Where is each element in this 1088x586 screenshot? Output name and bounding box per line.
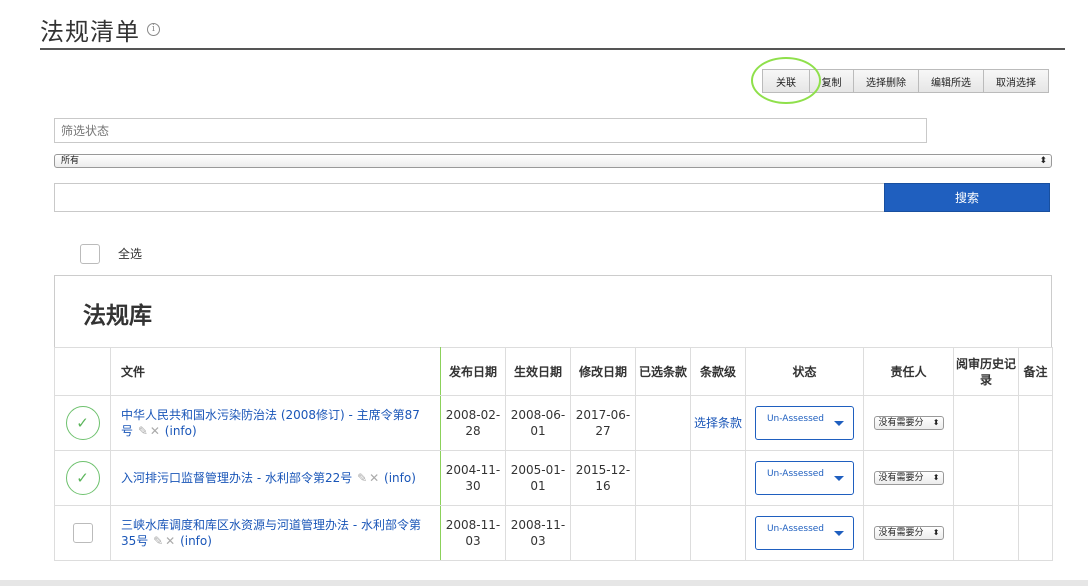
effective-date: 2008-11-03	[505, 505, 571, 561]
notes-cell	[1018, 395, 1053, 451]
status-filter-select[interactable]: 所有 ⬍	[54, 154, 1052, 168]
select-column-header	[54, 347, 111, 396]
selected-clauses	[635, 505, 691, 561]
table-row: ✓ 入河排污口监督管理办法 - 水利部令第22号 ✎ ✕ (info) 2004-…	[54, 450, 1053, 506]
search-input[interactable]	[54, 183, 885, 212]
publish-date: 2004-11-30	[440, 450, 506, 506]
clause-level-cell	[690, 505, 746, 561]
action-toolbar: 关联 复制 选择删除 编辑所选 取消选择	[762, 69, 1049, 93]
status-value: Un-Assessed	[766, 524, 825, 534]
library-panel: 法规库	[54, 275, 1052, 348]
owner-select[interactable]: 没有需要分 ⬍	[873, 471, 944, 485]
status-dropdown[interactable]: Un-Assessed	[755, 461, 854, 495]
notes-cell	[1018, 505, 1053, 561]
review-history-cell	[953, 395, 1019, 451]
row-select-checkbox[interactable]	[72, 523, 93, 543]
owner-select[interactable]: 没有需要分 ⬍	[873, 526, 944, 540]
status-value: Un-Assessed	[766, 414, 825, 424]
publish-date-column-header[interactable]: 发布日期	[440, 347, 506, 396]
select-clauses-link[interactable]: 选择条款	[694, 416, 742, 430]
info-link[interactable]: (info)	[180, 534, 212, 548]
regulations-table: 文件 发布日期 生效日期 修改日期 已选条款 条款级 状态 责任人 阅审历史记录…	[54, 347, 1053, 561]
modified-date: 2017-06-27	[570, 395, 636, 451]
status-value: Un-Assessed	[766, 469, 825, 479]
owner-value: 没有需要分	[878, 473, 924, 483]
row-selected-check-icon[interactable]: ✓	[65, 406, 100, 440]
delete-selected-button[interactable]: 选择删除	[853, 69, 919, 93]
cancel-selection-button[interactable]: 取消选择	[983, 69, 1049, 93]
table-row: ✓ 中华人民共和国水污染防治法 (2008修订) - 主席令第87号 ✎ ✕ (i…	[54, 395, 1053, 451]
link-button[interactable]: 关联	[762, 69, 810, 93]
updown-arrows-icon: ⬍	[932, 528, 940, 537]
document-link[interactable]: 入河排污口监督管理办法 - 水利部令第22号	[121, 471, 352, 485]
remove-icon[interactable]: ✕	[150, 424, 160, 438]
selected-clauses	[635, 450, 691, 506]
status-dropdown[interactable]: Un-Assessed	[755, 406, 854, 440]
status-filter-value: 所有	[61, 156, 80, 166]
publish-date: 2008-02-28	[440, 395, 506, 451]
page-title: 法规清单	[40, 18, 140, 46]
remove-icon[interactable]: ✕	[165, 534, 175, 548]
notes-cell	[1018, 450, 1053, 506]
page-header: 法规清单 i	[40, 10, 1065, 50]
caret-down-icon	[834, 531, 844, 536]
library-title: 法规库	[83, 303, 152, 329]
updown-arrows-icon: ⬍	[932, 418, 940, 427]
selected-clauses-column-header[interactable]: 已选条款	[635, 347, 691, 396]
selected-clauses	[635, 395, 691, 451]
remove-icon[interactable]: ✕	[369, 471, 379, 485]
owner-select[interactable]: 没有需要分 ⬍	[873, 416, 944, 430]
table-row: 三峡水库调度和库区水资源与河道管理办法 - 水利部令第35号 ✎ ✕ (info)…	[54, 505, 1053, 561]
modified-date: 2015-12-16	[570, 450, 636, 506]
effective-date: 2005-01-01	[505, 450, 571, 506]
review-history-cell	[953, 505, 1019, 561]
search-button[interactable]: 搜索	[884, 183, 1050, 212]
edit-icon[interactable]: ✎	[357, 471, 367, 485]
info-link[interactable]: (info)	[384, 471, 416, 485]
info-icon[interactable]: i	[147, 23, 160, 36]
copy-button[interactable]: 复制	[809, 69, 854, 93]
bottom-scroll-strip	[0, 580, 1088, 586]
modified-date	[570, 505, 636, 561]
edit-icon[interactable]: ✎	[153, 534, 163, 548]
notes-column-header[interactable]: 备注	[1018, 347, 1053, 396]
owner-column-header[interactable]: 责任人	[863, 347, 954, 396]
status-column-header[interactable]: 状态	[745, 347, 864, 396]
edit-icon[interactable]: ✎	[138, 424, 148, 438]
edit-selected-button[interactable]: 编辑所选	[918, 69, 984, 93]
table-header-row: 文件 发布日期 生效日期 修改日期 已选条款 条款级 状态 责任人 阅审历史记录…	[54, 347, 1053, 396]
updown-arrows-icon: ⬍	[1039, 156, 1047, 166]
updown-arrows-icon: ⬍	[932, 473, 940, 482]
owner-value: 没有需要分	[878, 528, 924, 538]
publish-date: 2008-11-03	[440, 505, 506, 561]
caret-down-icon	[834, 476, 844, 481]
effective-date-column-header[interactable]: 生效日期	[505, 347, 571, 396]
review-history-cell	[953, 450, 1019, 506]
caret-down-icon	[834, 421, 844, 426]
filter-status-input[interactable]	[54, 118, 927, 143]
owner-value: 没有需要分	[878, 418, 924, 428]
review-history-column-header[interactable]: 阅审历史记录	[953, 347, 1019, 396]
clause-level-column-header[interactable]: 条款级	[690, 347, 746, 396]
info-link[interactable]: (info)	[165, 424, 197, 438]
modified-date-column-header[interactable]: 修改日期	[570, 347, 636, 396]
status-dropdown[interactable]: Un-Assessed	[755, 516, 854, 550]
select-all-checkbox[interactable]	[80, 244, 100, 264]
effective-date: 2008-06-01	[505, 395, 571, 451]
file-column-header[interactable]: 文件	[110, 347, 441, 396]
select-all-label: 全选	[118, 247, 143, 261]
row-selected-check-icon[interactable]: ✓	[65, 461, 100, 495]
